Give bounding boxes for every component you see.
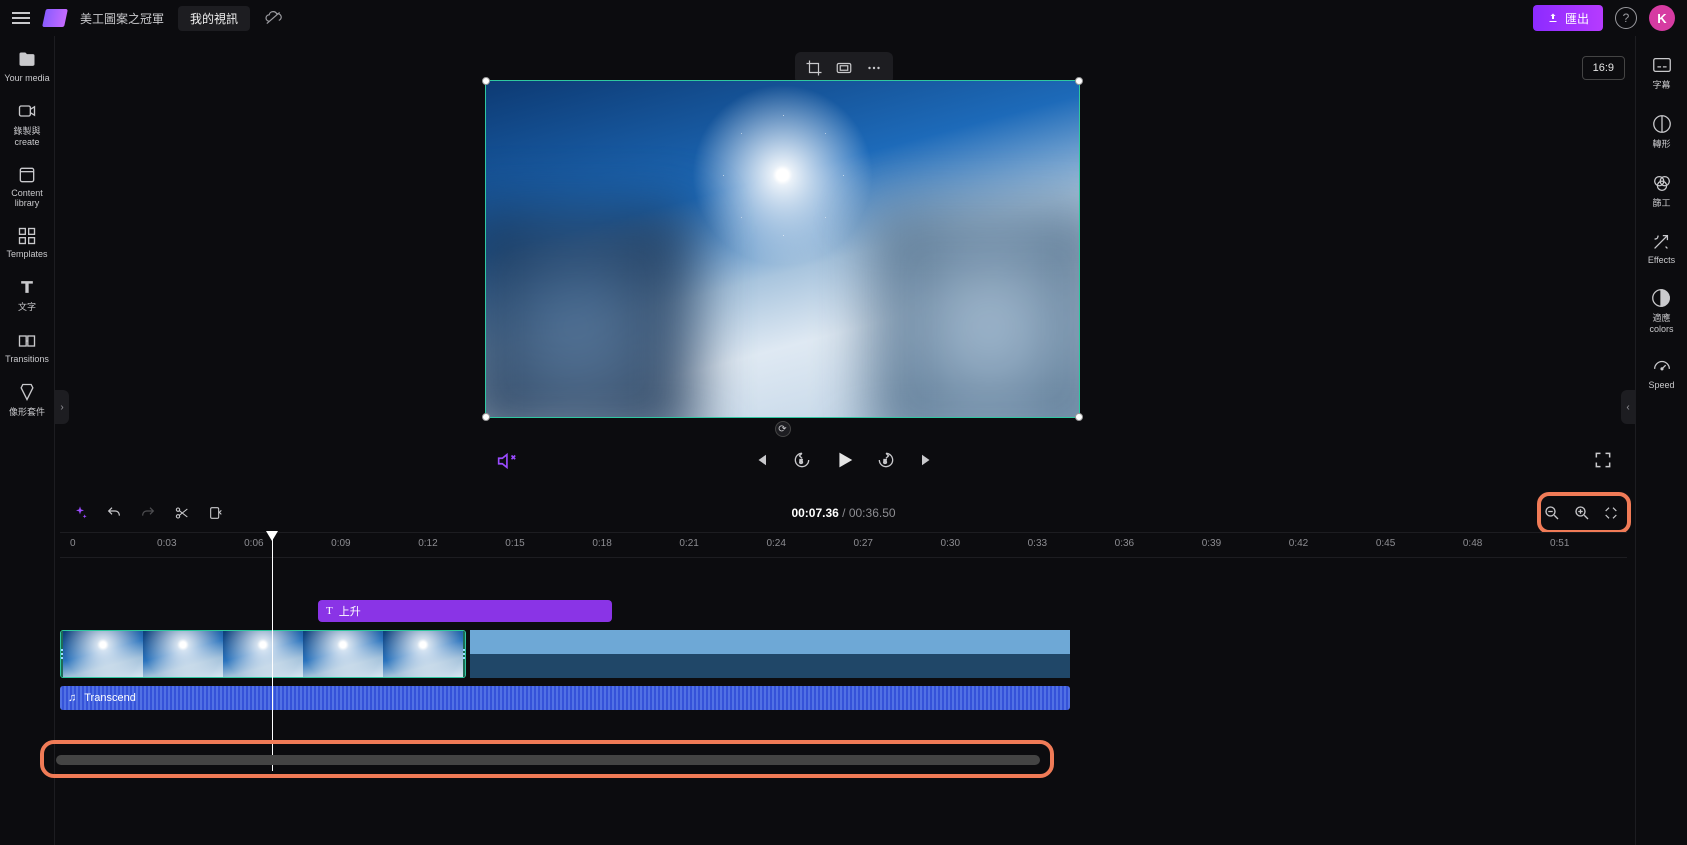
video-clip-1[interactable]	[60, 630, 466, 678]
forward-5s-icon[interactable]: 5	[874, 448, 898, 472]
ruler-tick: 0:21	[679, 538, 698, 549]
sidebar-record-create[interactable]: 錄製與 create	[13, 101, 40, 147]
playhead[interactable]	[272, 531, 273, 771]
project-title: 美工圖案之冠軍	[80, 10, 164, 27]
topbar-right: 匯出 ? K	[1533, 5, 1675, 31]
sparkle-icon[interactable]	[72, 505, 88, 521]
cloud-sync-off-icon[interactable]	[264, 10, 284, 26]
left-sidebar: Your media 錄製與 create Content library Te…	[0, 36, 55, 845]
resize-handle-bl[interactable]	[482, 413, 490, 421]
play-icon[interactable]	[832, 448, 856, 472]
svg-text:5: 5	[799, 459, 802, 465]
redo-icon[interactable]	[140, 505, 156, 521]
right-adjust-colors[interactable]: 適應 colors	[1649, 287, 1673, 334]
rewind-5s-icon[interactable]: 5	[790, 448, 814, 472]
export-button[interactable]: 匯出	[1533, 5, 1603, 31]
ruler-tick: 0:51	[1550, 538, 1569, 549]
ruler-tick: 0:06	[244, 538, 263, 549]
skip-start-icon[interactable]	[748, 448, 772, 472]
ruler-tick: 0:36	[1115, 538, 1134, 549]
preview-canvas[interactable]: ⟳	[485, 80, 1080, 418]
title-clip[interactable]: T 上升	[318, 600, 612, 622]
sidebar-content-library[interactable]: Content library	[11, 165, 43, 208]
undo-icon[interactable]	[106, 505, 122, 521]
ruler-tick: 0:15	[505, 538, 524, 549]
text-icon: T	[326, 605, 333, 617]
clip-handle-right[interactable]	[463, 631, 465, 677]
ruler-tick: 0:09	[331, 538, 350, 549]
ruler-tick: 0:42	[1289, 538, 1308, 549]
right-sidebar-expand[interactable]: ‹	[1621, 390, 1635, 424]
fit-fill-icon[interactable]	[833, 58, 855, 78]
music-note-icon: ♫	[68, 692, 76, 704]
delete-clip-icon[interactable]	[208, 505, 224, 521]
export-button-label: 匯出	[1565, 10, 1589, 27]
ruler-tick: 0:45	[1376, 538, 1395, 549]
zoom-out-icon[interactable]	[1543, 504, 1561, 522]
svg-text:5: 5	[883, 459, 886, 465]
sidebar-text[interactable]: 文字	[17, 277, 37, 313]
crop-icon[interactable]	[803, 58, 825, 78]
zoom-in-icon[interactable]	[1573, 504, 1591, 522]
right-subtitles[interactable]: 字幕	[1651, 54, 1673, 91]
playback-bar: 5 5	[0, 444, 1687, 480]
preview-image	[486, 81, 1079, 417]
ruler-tick: 0:18	[592, 538, 611, 549]
title-clip-label: 上升	[339, 603, 361, 619]
top-bar: 美工圖案之冠軍 我的視訊 匯出 ? K	[0, 0, 1687, 36]
sidebar-your-media[interactable]: Your media	[4, 50, 49, 83]
ruler-tick: 0:39	[1202, 538, 1221, 549]
ruler-tick: 0:33	[1028, 538, 1047, 549]
fullscreen-icon[interactable]	[1593, 450, 1613, 470]
right-filters[interactable]: 篩工	[1651, 172, 1673, 209]
split-scissors-icon[interactable]	[174, 505, 190, 521]
right-effects[interactable]: Effects	[1648, 231, 1675, 265]
aspect-ratio-button[interactable]: 16:9	[1582, 56, 1625, 80]
audio-clip-label: Transcend	[84, 692, 136, 704]
sidebar-brand-kit[interactable]: 像形套件	[9, 382, 45, 418]
horizontal-scrollbar[interactable]	[56, 755, 1040, 765]
app-logo-icon	[42, 9, 68, 27]
ruler-tick: 0:12	[418, 538, 437, 549]
sidebar-templates[interactable]: Templates	[6, 226, 47, 259]
ruler-tick: 0:24	[766, 538, 785, 549]
project-subtitle[interactable]: 我的視訊	[178, 6, 250, 31]
left-sidebar-expand[interactable]: ›	[55, 390, 69, 424]
video-clip-2[interactable]	[470, 630, 1070, 678]
ruler-tick: 0	[70, 538, 76, 549]
total-duration: 00:36.50	[849, 506, 896, 520]
menu-button[interactable]	[12, 12, 30, 24]
more-icon[interactable]	[863, 58, 885, 78]
ruler-tick: 0:03	[157, 538, 176, 549]
help-icon[interactable]: ?	[1615, 7, 1637, 29]
right-speed[interactable]: Speed	[1648, 356, 1674, 390]
ruler-tick: 0:48	[1463, 538, 1482, 549]
topbar-left: 美工圖案之冠軍 我的視訊	[12, 6, 284, 31]
video-track	[60, 630, 1070, 678]
timeline-time: 00:07.36 / 00:36.50	[791, 506, 895, 520]
current-time: 00:07.36	[791, 506, 838, 520]
ruler-tick: 0:27	[854, 538, 873, 549]
mute-icon[interactable]	[495, 450, 517, 472]
avatar[interactable]: K	[1649, 5, 1675, 31]
right-transform[interactable]: 轉形	[1651, 113, 1673, 150]
rotate-handle[interactable]: ⟳	[775, 421, 791, 437]
sidebar-transitions[interactable]: Transitions	[5, 331, 49, 364]
ruler-tick: 0:30	[941, 538, 960, 549]
timeline-ruler[interactable]: 0 0:03 0:06 0:09 0:12 0:15 0:18 0:21 0:24 0:27 0:3…	[60, 532, 1627, 558]
right-sidebar: 字幕 轉形 篩工 Effects 適應 colors Speed	[1635, 36, 1687, 845]
audio-clip[interactable]: ♫ Transcend	[60, 686, 1070, 710]
timeline-toolbar: 00:07.36 / 00:36.50	[60, 498, 1627, 528]
skip-end-icon[interactable]	[916, 448, 940, 472]
resize-handle-tl[interactable]	[482, 77, 490, 85]
resize-handle-br[interactable]	[1075, 413, 1083, 421]
zoom-fit-icon[interactable]	[1603, 505, 1619, 521]
resize-handle-tr[interactable]	[1075, 77, 1083, 85]
